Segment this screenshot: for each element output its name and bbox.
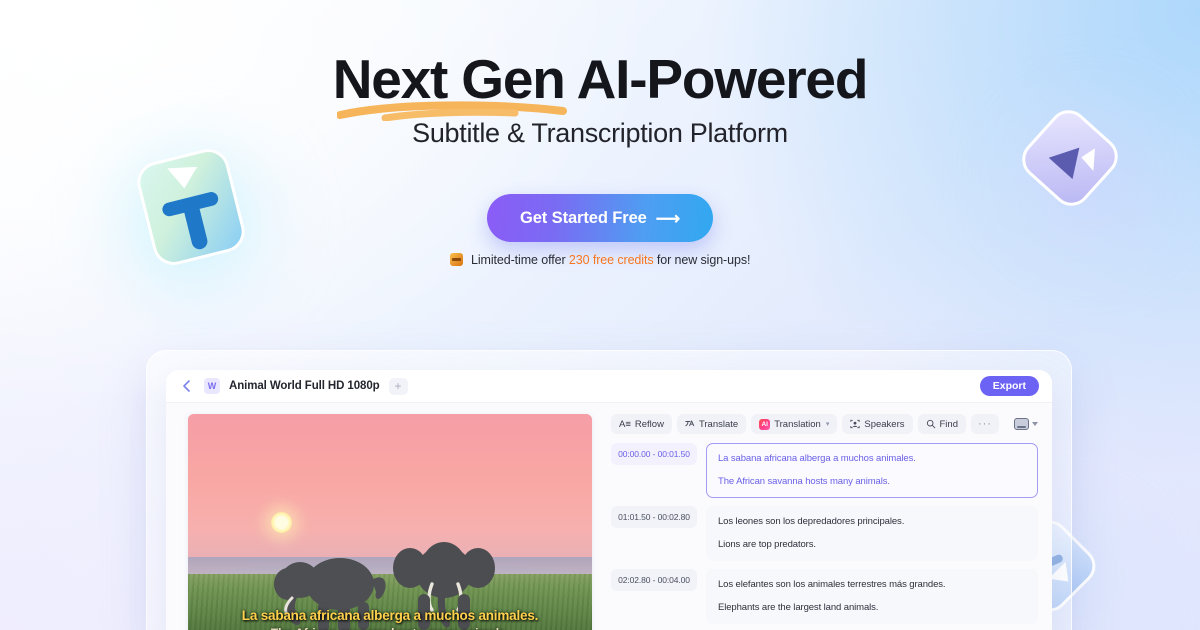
row-target-text: Lions are top predators. [718, 539, 816, 550]
search-icon [926, 419, 935, 429]
table-row[interactable]: 00:00.00 - 00:01.50 La sabana africana a… [611, 443, 1038, 498]
hero-page: Next Gen AI-Powered Subtitle & Transcrip… [0, 0, 1200, 630]
reflow-label: Reflow [634, 418, 664, 430]
app-titlebar: W Animal World Full HD 1080p + Export [166, 370, 1052, 403]
find-button[interactable]: Find [917, 414, 966, 434]
more-options-button[interactable]: ··· [970, 414, 999, 434]
speakers-label: Speakers [864, 418, 905, 430]
hero-heading-block: Next Gen AI-Powered [0, 48, 1200, 121]
speakers-button[interactable]: Speakers [842, 414, 913, 434]
add-tab-button[interactable]: + [388, 377, 408, 395]
sun [271, 512, 292, 533]
transcript-list: 00:00.00 - 00:01.50 La sabana africana a… [611, 443, 1038, 630]
row-timestamp: 02:02.80 - 00:04.00 [611, 569, 697, 591]
translation-label: Translation [774, 418, 821, 430]
table-row[interactable]: 02:02.80 - 00:04.00 Los elefantes son lo… [611, 569, 1038, 624]
offer-prefix: Limited-time offer [471, 253, 569, 267]
subtitle-line-target: The African savanna hosts many animals. [188, 626, 592, 630]
document-title: Animal World Full HD 1080p [229, 380, 380, 392]
app-window: W Animal World Full HD 1080p + Export La… [166, 370, 1052, 630]
row-target-text: The African savanna hosts many animals. [718, 476, 890, 487]
transcript-toolbar: A≡ Reflow Translate AI Translation ▾ Spe… [611, 414, 1038, 434]
row-timestamp: 00:00.00 - 00:01.50 [611, 443, 697, 465]
video-subtitle-overlay: La sabana africana alberga a muchos anim… [188, 608, 592, 630]
video-pane: La sabana africana alberga a muchos anim… [166, 403, 603, 630]
row-target-text: Elephants are the largest land animals. [718, 602, 879, 613]
caption-box-icon [1014, 418, 1029, 430]
page-title: Next Gen AI-Powered [332, 48, 869, 121]
offer-suffix: for new sign-ups! [656, 253, 751, 267]
table-row[interactable]: 01:01.50 - 00:02.80 Los leones son los d… [611, 506, 1038, 561]
translate-button[interactable]: Translate [676, 414, 747, 434]
row-source-text: Los leones son los depredadores principa… [718, 516, 905, 527]
page-title-text: Next Gen AI-Powered [332, 48, 869, 110]
speakers-icon [850, 419, 860, 429]
export-button[interactable]: Export [979, 376, 1039, 396]
chevron-left-icon[interactable] [180, 379, 194, 393]
subtitle-line-source: La sabana africana alberga a muchos anim… [241, 608, 539, 623]
row-source-text: Los elefantes son los animales terrestre… [718, 579, 946, 590]
chevron-down-icon: ▾ [825, 421, 830, 428]
row-segment[interactable]: Los elefantes son los animales terrestre… [706, 569, 1038, 624]
app-body: La sabana africana alberga a muchos anim… [166, 403, 1052, 630]
row-segment[interactable]: La sabana africana alberga a muchos anim… [706, 443, 1038, 498]
row-segment[interactable]: Los leones son los depredadores principa… [706, 506, 1038, 561]
row-timestamp: 01:01.50 - 00:02.80 [611, 506, 697, 528]
cta-label: Get Started Free [519, 208, 647, 227]
cta-block: Get Started Free ⟶ [0, 194, 1200, 242]
find-label: Find [939, 418, 958, 430]
promo-offer-text: Limited-time offer 230 free credits for … [0, 253, 1200, 267]
page-subtitle: Subtitle & Transcription Platform [412, 118, 788, 148]
transcript-pane: A≡ Reflow Translate AI Translation ▾ Spe… [603, 403, 1052, 630]
arrow-right-icon: ⟶ [655, 208, 681, 228]
video-preview[interactable]: La sabana africana alberga a muchos anim… [188, 414, 592, 630]
translate-icon [685, 419, 695, 427]
ai-badge-icon: AI [759, 418, 771, 430]
chevron-down-icon [1032, 422, 1038, 426]
document-badge-icon: W [204, 378, 220, 394]
reflow-button[interactable]: A≡ Reflow [611, 414, 672, 434]
gift-emoji-icon [449, 253, 463, 266]
offer-credits: 230 free credits [568, 253, 654, 267]
row-source-text: La sabana africana alberga a muchos anim… [718, 453, 916, 464]
get-started-free-button[interactable]: Get Started Free ⟶ [486, 194, 714, 242]
translation-button[interactable]: AI Translation ▾ [751, 414, 838, 434]
caption-style-toggle[interactable] [1014, 418, 1038, 430]
reflow-icon: A≡ [619, 418, 631, 430]
translate-label: Translate [698, 418, 739, 430]
